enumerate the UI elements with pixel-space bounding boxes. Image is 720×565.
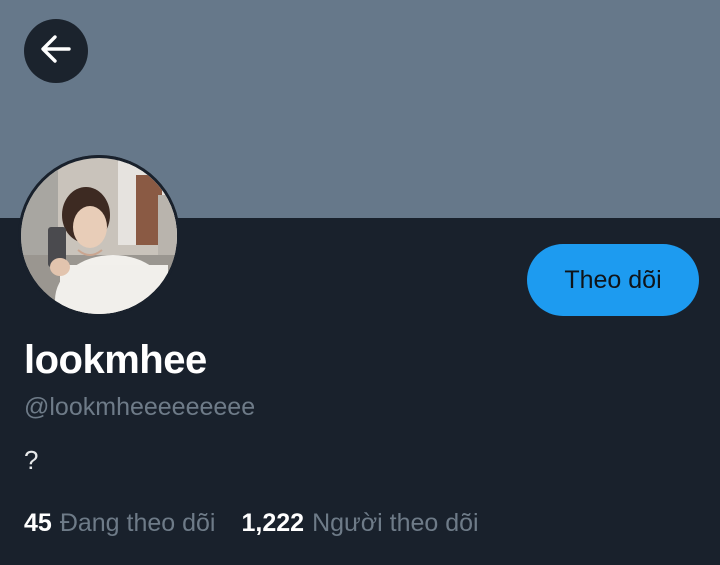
following-link[interactable]: 45 Đang theo dõi — [24, 509, 216, 538]
arrow-left-icon — [39, 32, 73, 71]
avatar[interactable] — [18, 155, 180, 317]
follow-stats: 45 Đang theo dõi 1,222 Người theo dõi — [24, 509, 479, 538]
user-handle: @lookmheeeeeeeee — [24, 393, 256, 421]
profile-page: Theo dõi lookmhee @lookmheeeeeeeee ? 45 … — [0, 0, 720, 565]
follow-button[interactable]: Theo dõi — [527, 244, 699, 316]
display-name: lookmhee — [24, 338, 207, 382]
followers-link[interactable]: 1,222 Người theo dõi — [242, 509, 479, 538]
back-button[interactable] — [24, 19, 88, 83]
followers-count: 1,222 — [241, 509, 305, 537]
followers-label: Người theo dõi — [312, 509, 479, 537]
following-label: Đang theo dõi — [59, 509, 216, 537]
following-count: 45 — [24, 509, 52, 537]
bio-text: ? — [24, 445, 39, 475]
